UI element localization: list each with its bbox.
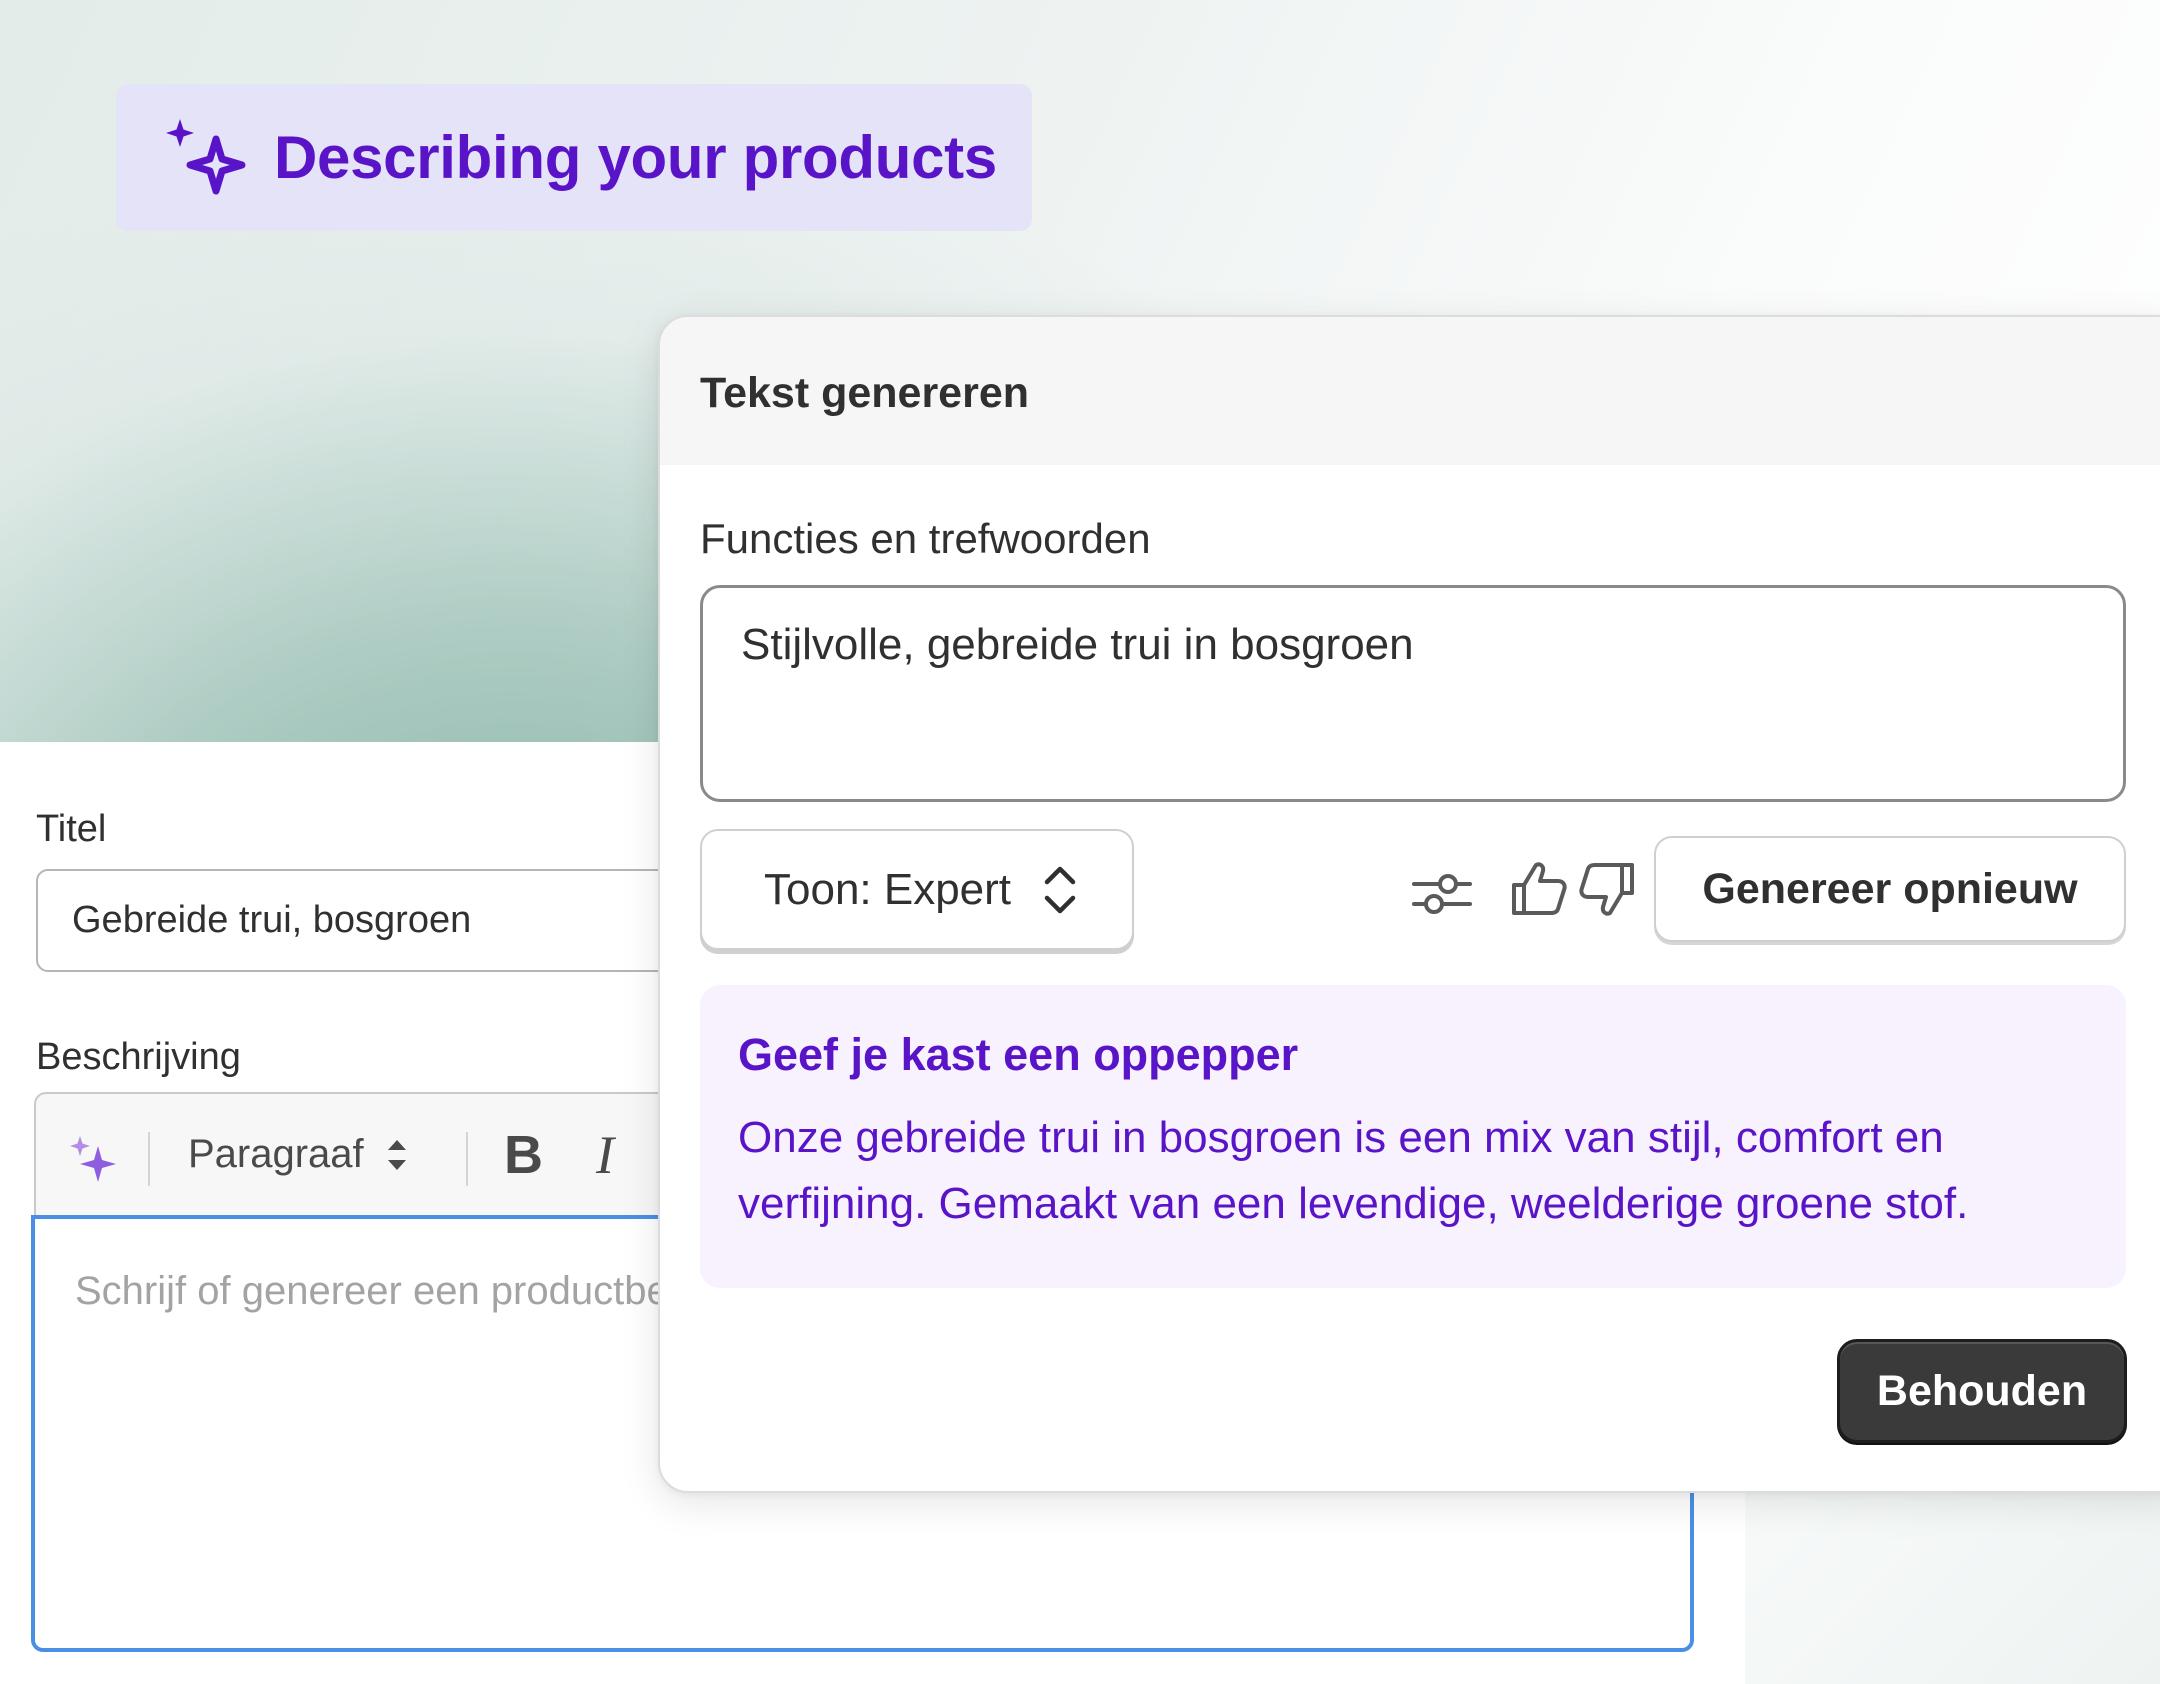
generate-text-dialog: Tekst genereren Functies en trefwoorden … [658,315,2160,1493]
thumbs-up-icon[interactable] [1508,857,1572,921]
paragraph-format-select[interactable]: Paragraaf [188,1132,408,1177]
keep-button[interactable]: Behouden [1837,1339,2127,1443]
sliders-icon[interactable] [1410,860,1474,924]
regenerate-button[interactable]: Genereer opnieuw [1654,836,2126,942]
updown-chevron-icon [387,1139,406,1170]
generated-result: Geef je kast een oppepper Onze gebreide … [700,985,2126,1288]
result-body: Onze gebreide trui in bosgroen is een mi… [738,1113,1969,1228]
keywords-label: Functies en trefwoorden [700,515,1151,562]
bold-button[interactable]: B [504,1124,543,1186]
editor-toolbar: Paragraaf B I [34,1092,696,1218]
dialog-header: Tekst genereren [660,317,2160,465]
feature-badge: Describing your products [116,84,1032,231]
keywords-input[interactable]: Stijlvolle, gebreide trui in bosgroen [700,585,2126,802]
toolbar-divider [148,1132,150,1186]
description-label: Beschrijving [36,1036,241,1078]
italic-button[interactable]: I [596,1124,614,1186]
ai-sparkles-icon[interactable] [70,1134,118,1182]
paragraph-format-label: Paragraaf [188,1132,364,1176]
background-fade [1745,1480,2160,1684]
sparkles-icon [166,117,248,199]
thumbs-down-icon[interactable] [1574,857,1638,921]
updown-chevron-icon [1044,866,1076,913]
title-input[interactable]: Gebreide trui, bosgroen [36,869,696,972]
dialog-title: Tekst genereren [700,369,1030,417]
result-title: Geef je kast een oppepper [738,1029,1299,1080]
title-label: Titel [36,808,107,850]
tone-select-label: Toon: Expert [764,864,1012,914]
toolbar-divider [466,1132,468,1186]
badge-title: Describing your products [274,124,997,191]
tone-select[interactable]: Toon: Expert [700,829,1134,950]
